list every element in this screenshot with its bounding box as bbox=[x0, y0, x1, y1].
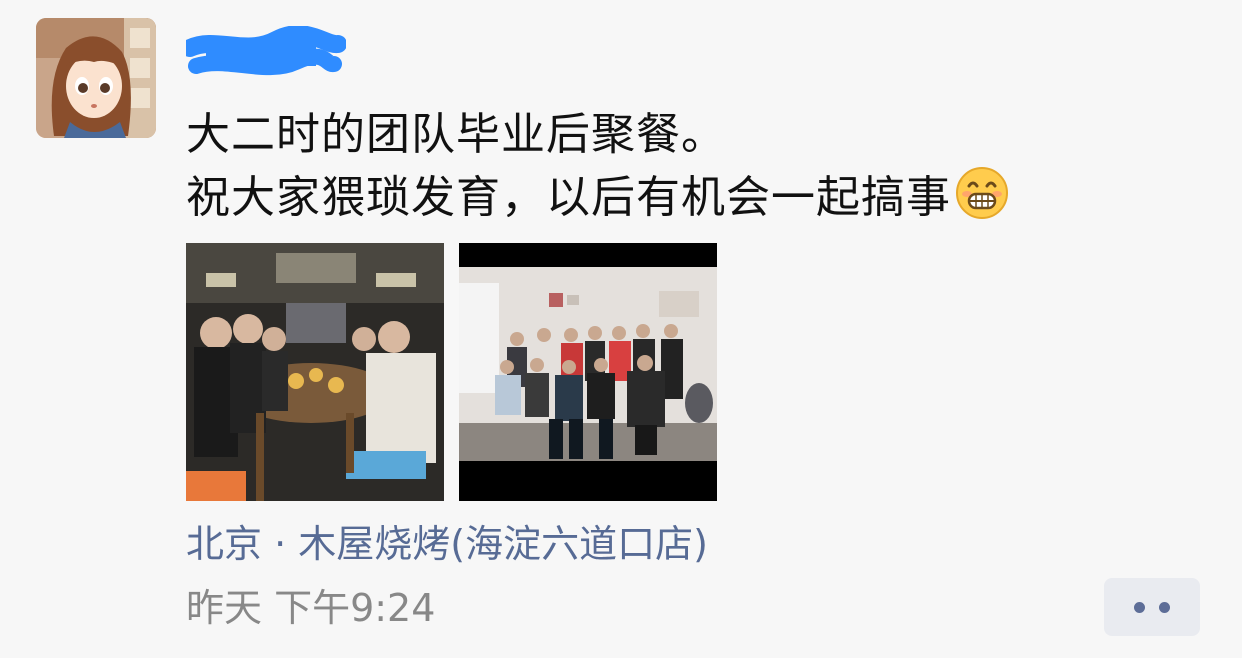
avatar[interactable] bbox=[36, 18, 156, 138]
restaurant-group-photo[interactable] bbox=[186, 243, 444, 501]
post-text-line-1: 大二时的团队毕业后聚餐。 bbox=[186, 109, 726, 160]
grinning-face-emoji-icon bbox=[956, 167, 1008, 219]
author-name-redacted[interactable] bbox=[186, 26, 346, 84]
post-timestamp: 昨天 下午9:24 bbox=[186, 586, 436, 630]
post-text-line-2: 祝大家猥琐发育，以后有机会一起搞事 bbox=[186, 166, 1009, 229]
office-group-photo[interactable] bbox=[459, 243, 717, 501]
location-link[interactable]: 北京 · 木屋烧烤(海淀六道口店) bbox=[186, 516, 708, 572]
moment-post: 大二时的团队毕业后聚餐。 祝大家猥琐发育，以后有机会一起搞事 北京 · 木屋烧烤… bbox=[0, 0, 1242, 658]
more-dots-icon bbox=[1159, 601, 1170, 613]
post-text-line-2-text: 祝大家猥琐发育，以后有机会一起搞事 bbox=[186, 172, 951, 223]
more-dots-icon bbox=[1134, 601, 1145, 613]
post-text: 大二时的团队毕业后聚餐。 祝大家猥琐发育，以后有机会一起搞事 bbox=[186, 104, 1009, 229]
more-button[interactable] bbox=[1104, 578, 1200, 636]
